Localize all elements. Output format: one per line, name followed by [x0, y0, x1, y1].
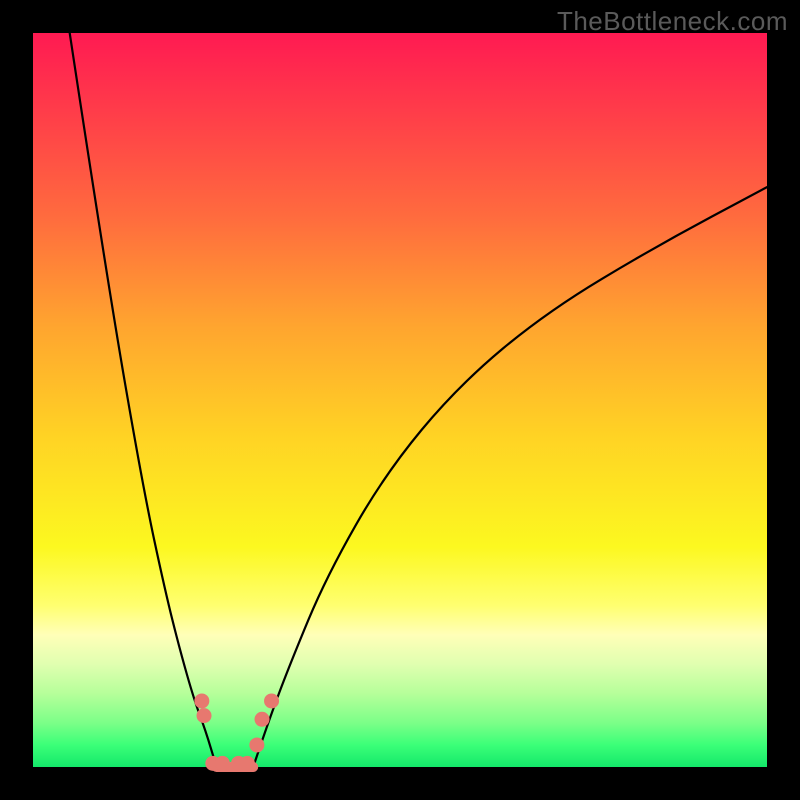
data-point-marker — [240, 756, 255, 771]
left-branch-curve — [70, 33, 217, 767]
data-point-marker — [215, 756, 230, 771]
data-point-marker — [197, 708, 212, 723]
data-point-marker — [194, 693, 209, 708]
curves-svg — [33, 33, 767, 767]
data-point-markers — [194, 693, 279, 770]
right-branch-curve — [253, 187, 767, 767]
data-point-marker — [249, 737, 264, 752]
data-point-marker — [264, 693, 279, 708]
chart-frame: TheBottleneck.com — [0, 0, 800, 800]
plot-area — [33, 33, 767, 767]
data-point-marker — [255, 712, 270, 727]
